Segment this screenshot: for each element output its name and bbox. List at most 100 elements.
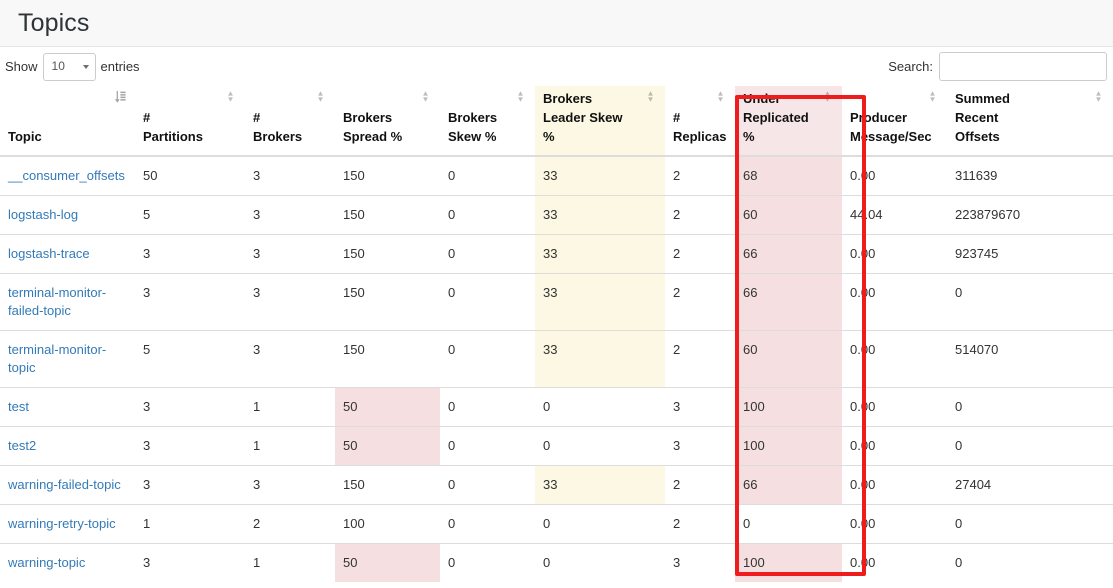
cell-summed-offsets: 0: [947, 543, 1113, 582]
sort-both-icon: [1093, 90, 1104, 103]
column-header-label: Partitions: [143, 129, 203, 144]
table-row: terminal-monitor-failed-topic 3 3 150 0 33 2 66…: [0, 273, 1113, 331]
cell-producer-msg-sec: 0.00: [842, 330, 947, 388]
search-input[interactable]: [939, 52, 1107, 81]
topic-link[interactable]: logstash-log: [8, 207, 78, 222]
cell-summed-offsets: 223879670: [947, 195, 1113, 235]
cell-brokers-spread: 150: [335, 195, 440, 235]
page-length-select-wrap[interactable]: 102550100: [42, 52, 96, 81]
column-header-label: Spread %: [343, 129, 403, 144]
cell-brokers-skew: 0: [440, 273, 535, 331]
sort-both-icon: [420, 90, 431, 103]
column-header-skew[interactable]: Brokers Skew %: [440, 86, 535, 157]
sort-both-icon: [715, 90, 726, 103]
column-header-label: Message/Sec: [850, 129, 932, 144]
topics-page: Topics Show 102550100 entries Search: To…: [0, 0, 1113, 588]
cell-topic: terminal-monitor-topic: [0, 330, 135, 388]
cell-summed-offsets: 311639: [947, 155, 1113, 196]
table-row: logstash-log 5 3 150 0 33 2 60 44.04 223879670: [0, 195, 1113, 235]
cell-producer-msg-sec: 0.00: [842, 155, 947, 196]
column-header-reps[interactable]: # Replicas: [665, 86, 735, 157]
cell-under-replicated: 66: [735, 273, 842, 331]
cell-brokers-skew: 0: [440, 465, 535, 505]
column-header-label: Summed: [955, 91, 1010, 106]
cell-partitions: 50: [135, 155, 245, 196]
table-body: __consumer_offsets 50 3 150 0 33 2 68 0.00 311639…: [0, 155, 1113, 582]
cell-partitions: 1: [135, 504, 245, 544]
topic-link[interactable]: test: [8, 399, 29, 414]
cell-replicas: 2: [665, 155, 735, 196]
sort-both-icon: [315, 90, 326, 103]
search-label: Search:: [888, 59, 933, 74]
cell-under-replicated: 0: [735, 504, 842, 544]
cell-topic: logstash-log: [0, 195, 135, 235]
cell-producer-msg-sec: 0.00: [842, 234, 947, 274]
column-header-label: Brokers: [253, 129, 303, 144]
cell-topic: warning-topic: [0, 543, 135, 582]
topic-link[interactable]: warning-topic: [8, 555, 85, 570]
topic-link[interactable]: test2: [8, 438, 36, 453]
column-header-brokers[interactable]: # Brokers: [245, 86, 335, 157]
cell-partitions: 5: [135, 330, 245, 388]
cell-brokers: 3: [245, 155, 335, 196]
cell-producer-msg-sec: 0.00: [842, 504, 947, 544]
cell-producer-msg-sec: 0.00: [842, 465, 947, 505]
sort-both-icon: [927, 90, 938, 103]
column-header-label: Brokers: [543, 91, 593, 106]
cell-brokers: 3: [245, 195, 335, 235]
cell-under-replicated: 100: [735, 543, 842, 582]
column-header-under[interactable]: Under Replicated%: [735, 86, 842, 157]
topic-link[interactable]: __consumer_offsets: [8, 168, 125, 183]
column-header-label: #: [253, 110, 261, 125]
cell-brokers-spread: 50: [335, 543, 440, 582]
topic-link[interactable]: warning-retry-topic: [8, 516, 116, 531]
cell-topic: warning-retry-topic: [0, 504, 135, 544]
column-header-label: Topic: [8, 129, 42, 144]
search-control: Search:: [888, 52, 1107, 81]
column-header-topic[interactable]: Topic: [0, 86, 135, 157]
cell-brokers-skew: 0: [440, 387, 535, 427]
topic-link[interactable]: terminal-monitor-topic: [8, 342, 106, 375]
page-length-select[interactable]: 102550100: [42, 52, 96, 81]
column-header-lskew[interactable]: Brokers Leader Skew%: [535, 86, 665, 157]
cell-partitions: 5: [135, 195, 245, 235]
cell-brokers: 3: [245, 330, 335, 388]
cell-under-replicated: 60: [735, 330, 842, 388]
table-row: __consumer_offsets 50 3 150 0 33 2 68 0.00 311639: [0, 155, 1113, 196]
topic-link[interactable]: warning-failed-topic: [8, 477, 121, 492]
column-header-label: #: [143, 110, 151, 125]
cell-brokers-leader-skew: 33: [535, 330, 665, 388]
cell-brokers-leader-skew: 33: [535, 273, 665, 331]
cell-producer-msg-sec: 0.00: [842, 387, 947, 427]
sort-both-icon: [822, 90, 833, 103]
column-header-spread[interactable]: Brokers Spread %: [335, 86, 440, 157]
topic-link[interactable]: logstash-trace: [8, 246, 90, 261]
topic-link[interactable]: terminal-monitor-failed-topic: [8, 285, 106, 318]
cell-brokers-leader-skew: 33: [535, 195, 665, 235]
page-header: Topics: [0, 0, 1113, 47]
entries-label: entries: [100, 59, 140, 74]
table-controls: Show 102550100 entries Search:: [0, 47, 1113, 86]
table-row: test2 3 1 50 0 0 3 100 0.00 0: [0, 426, 1113, 466]
cell-brokers-leader-skew: 0: [535, 504, 665, 544]
table-row: warning-topic 3 1 50 0 0 3 100 0.00 0: [0, 543, 1113, 582]
cell-replicas: 2: [665, 330, 735, 388]
cell-replicas: 2: [665, 504, 735, 544]
show-label: Show: [5, 59, 38, 74]
column-header-sums[interactable]: Summed Recent Offsets: [947, 86, 1113, 157]
cell-brokers-spread: 150: [335, 330, 440, 388]
column-header-parts[interactable]: # Partitions: [135, 86, 245, 157]
cell-partitions: 3: [135, 465, 245, 505]
column-header-label: Brokers: [343, 110, 393, 125]
cell-brokers-spread: 100: [335, 504, 440, 544]
cell-replicas: 3: [665, 387, 735, 427]
cell-brokers-skew: 0: [440, 155, 535, 196]
table-head: Topic # Partitions # Brokers Brokers Spread % B…: [0, 86, 1113, 157]
cell-topic: test: [0, 387, 135, 427]
cell-topic: warning-failed-topic: [0, 465, 135, 505]
column-header-prod[interactable]: Producer Message/Sec: [842, 86, 947, 157]
column-header-label: #: [673, 110, 681, 125]
cell-summed-offsets: 0: [947, 426, 1113, 466]
cell-brokers-skew: 0: [440, 426, 535, 466]
cell-brokers-leader-skew: 0: [535, 426, 665, 466]
